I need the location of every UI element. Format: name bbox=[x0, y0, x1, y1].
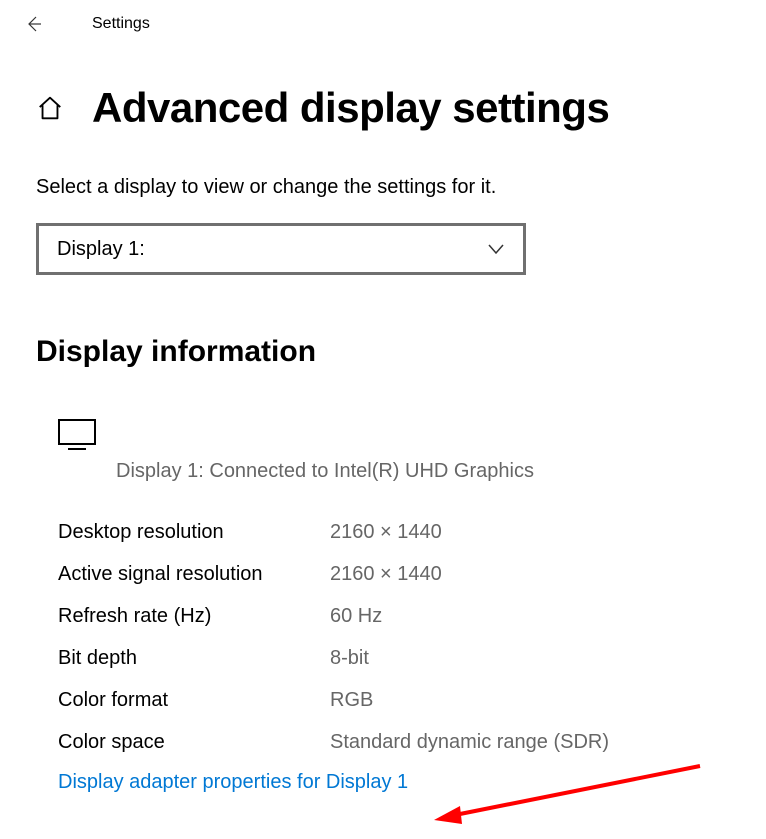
info-label: Bit depth bbox=[58, 644, 330, 672]
info-value: 2160 × 1440 bbox=[330, 560, 442, 588]
section-title: Display information bbox=[36, 335, 730, 369]
info-value: 60 Hz bbox=[330, 602, 382, 630]
page-title: Advanced display settings bbox=[92, 84, 609, 132]
page-header: Advanced display settings bbox=[36, 84, 730, 132]
display-select-dropdown[interactable]: Display 1: bbox=[36, 223, 526, 275]
info-label: Color space bbox=[58, 728, 330, 756]
monitor-caption: Display 1: Connected to Intel(R) UHD Gra… bbox=[116, 460, 730, 483]
info-row: Bit depth8-bit bbox=[58, 637, 730, 679]
info-value: Standard dynamic range (SDR) bbox=[330, 728, 609, 756]
home-icon[interactable] bbox=[36, 94, 64, 122]
chevron-down-icon bbox=[487, 240, 505, 258]
monitor-icon bbox=[58, 419, 96, 456]
display-select-value: Display 1: bbox=[57, 238, 145, 261]
info-row: Color formatRGB bbox=[58, 679, 730, 721]
info-label: Color format bbox=[58, 686, 330, 714]
info-row: Refresh rate (Hz)60 Hz bbox=[58, 595, 730, 637]
info-label: Refresh rate (Hz) bbox=[58, 602, 330, 630]
info-value: 8-bit bbox=[330, 644, 369, 672]
app-title: Settings bbox=[92, 15, 150, 33]
info-label: Desktop resolution bbox=[58, 518, 330, 546]
monitor-block: Display 1: Connected to Intel(R) UHD Gra… bbox=[36, 419, 730, 483]
info-value: RGB bbox=[330, 686, 373, 714]
back-arrow-icon[interactable] bbox=[24, 14, 44, 34]
topbar: Settings bbox=[0, 0, 766, 48]
info-row: Active signal resolution2160 × 1440 bbox=[58, 553, 730, 595]
display-adapter-properties-link[interactable]: Display adapter properties for Display 1 bbox=[36, 771, 408, 794]
info-value: 2160 × 1440 bbox=[330, 518, 442, 546]
info-row: Desktop resolution2160 × 1440 bbox=[58, 511, 730, 553]
select-display-label: Select a display to view or change the s… bbox=[36, 176, 730, 199]
info-row: Color spaceStandard dynamic range (SDR) bbox=[58, 721, 730, 763]
display-info-grid: Desktop resolution2160 × 1440Active sign… bbox=[36, 511, 730, 763]
content-area: Advanced display settings Select a displ… bbox=[0, 48, 766, 794]
info-label: Active signal resolution bbox=[58, 560, 330, 588]
